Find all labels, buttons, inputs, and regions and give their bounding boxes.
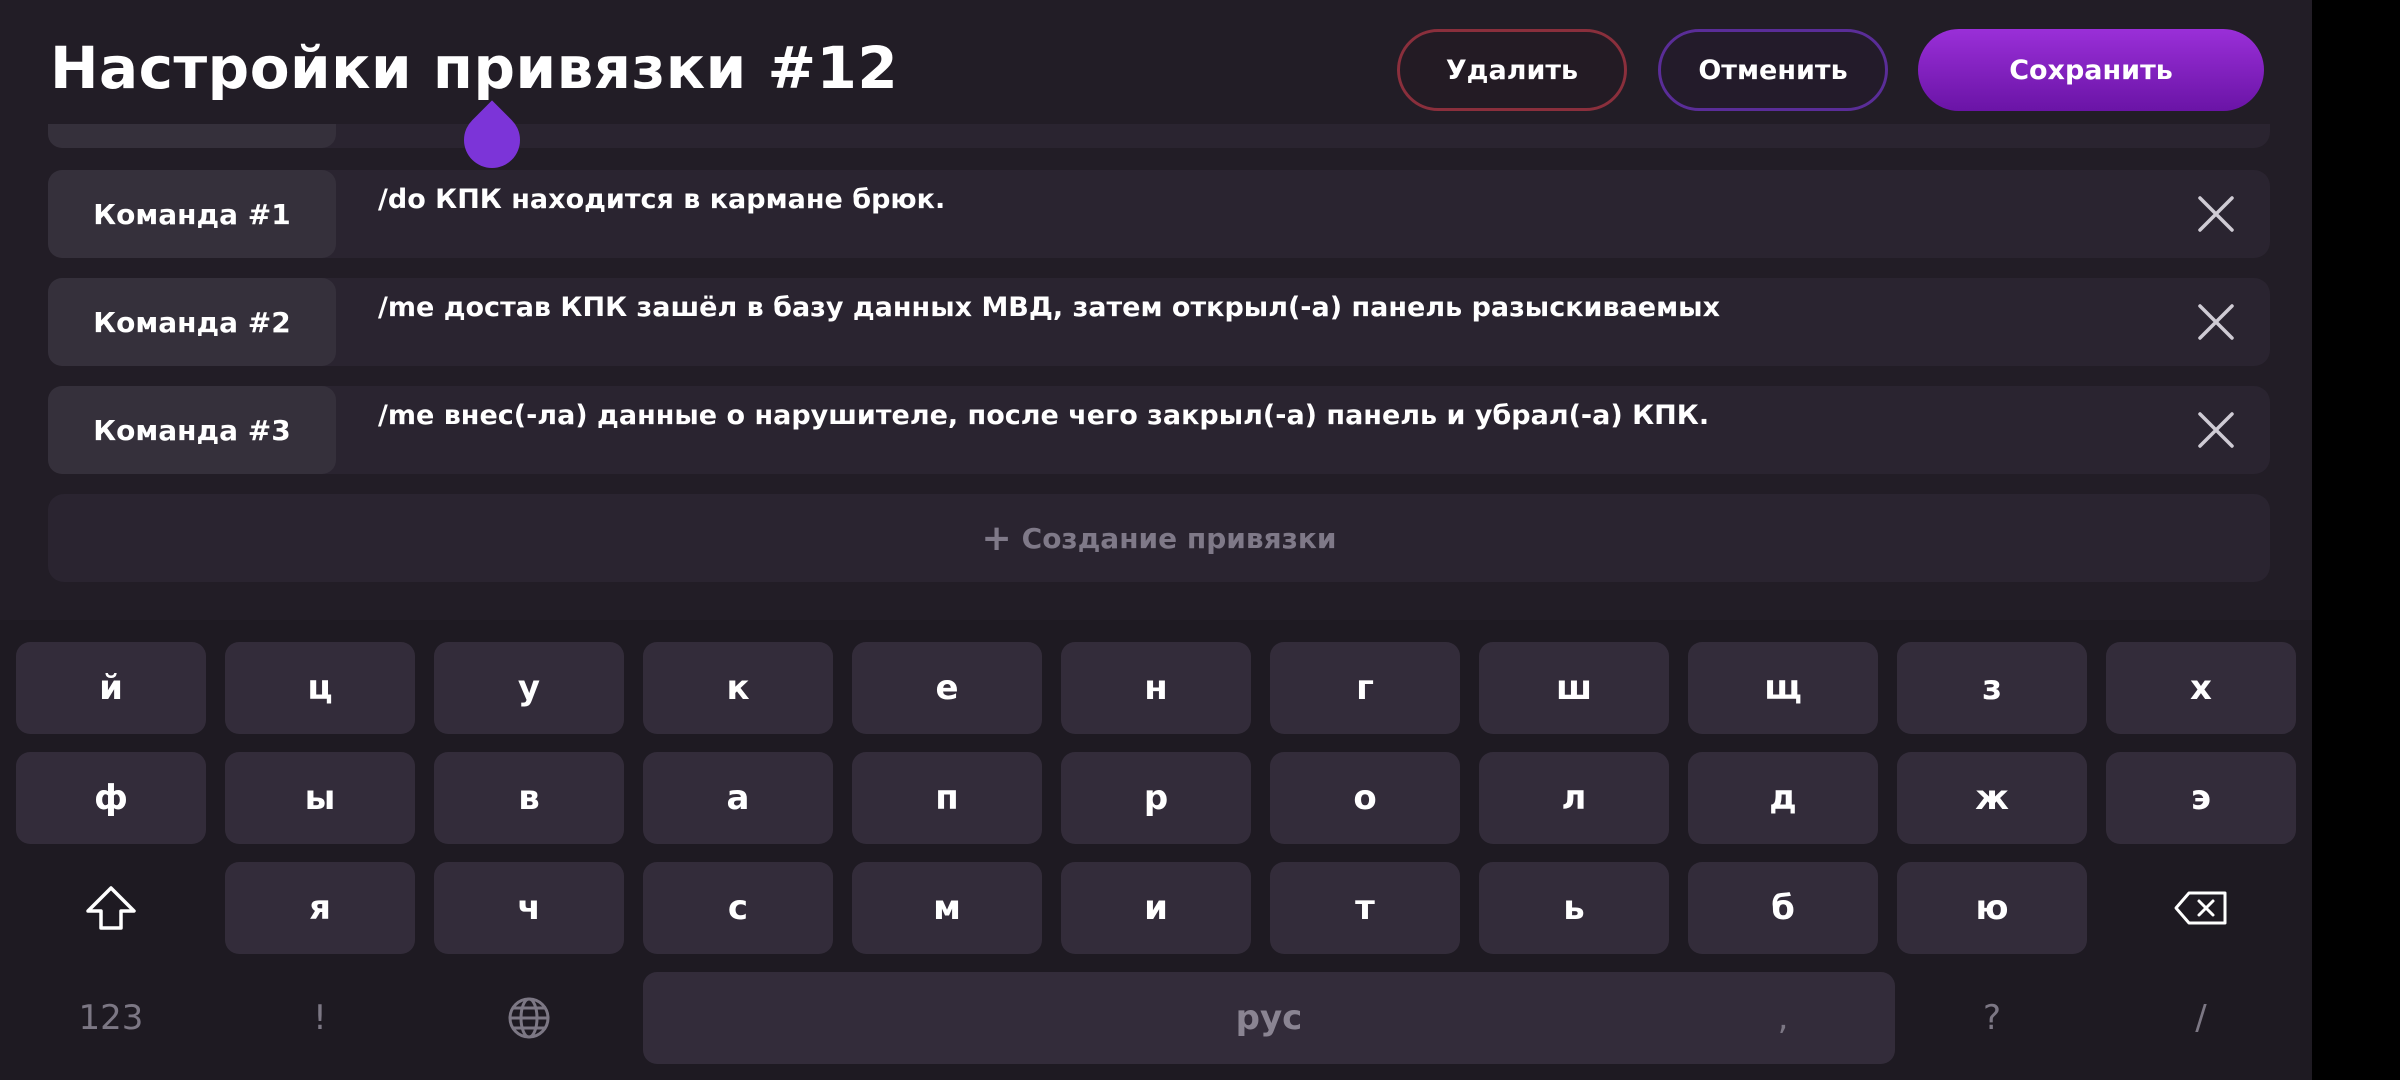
command-text-field-1[interactable]: /do КПК находится в кармане брюк. [378,184,945,215]
command-label-3[interactable]: Команда #3 [48,386,336,474]
key-щ[interactable]: щ [1688,642,1878,734]
key-о[interactable]: о [1270,752,1460,844]
key-т[interactable]: т [1270,862,1460,954]
globe-icon [506,995,552,1041]
cancel-button[interactable]: Отменить [1658,29,1888,111]
command-row: Команда #1 /do КПК находится в кармане б… [48,170,2270,258]
create-binding-label: Создание привязки [1021,521,1337,555]
on-screen-keyboard: й ц у к е н г ш щ з х ф ы в а п р о л д … [0,620,2312,1080]
key-п[interactable]: п [852,752,1042,844]
partial-command-label [48,124,336,148]
key-ф[interactable]: ф [16,752,206,844]
command-label-1[interactable]: Команда #1 [48,170,336,258]
screen-edge [2312,0,2400,1080]
create-binding-button[interactable]: + Создание привязки [48,494,2270,582]
delete-button[interactable]: Удалить [1397,29,1627,111]
key-е[interactable]: е [852,642,1042,734]
key-э[interactable]: э [2106,752,2296,844]
key-в[interactable]: в [434,752,624,844]
exclaim-key[interactable]: ! [225,972,415,1064]
numbers-key[interactable]: 123 [16,972,206,1064]
question-key[interactable]: ? [1897,972,2087,1064]
key-г[interactable]: г [1270,642,1460,734]
close-icon[interactable] [2196,194,2236,234]
partial-binding-row [48,124,2270,148]
backspace-key[interactable] [2106,862,2296,954]
key-ь[interactable]: ь [1479,862,1669,954]
key-л[interactable]: л [1479,752,1669,844]
command-row: Команда #3 /me внес(-ла) данные о наруши… [48,386,2270,474]
shift-icon [84,884,138,932]
key-к[interactable]: к [643,642,833,734]
key-ы[interactable]: ы [225,752,415,844]
key-д[interactable]: д [1688,752,1878,844]
key-ж[interactable]: ж [1897,752,2087,844]
key-ю[interactable]: ю [1897,862,2087,954]
key-я[interactable]: я [225,862,415,954]
close-icon[interactable] [2196,302,2236,342]
shift-key[interactable] [16,862,206,954]
close-icon[interactable] [2196,410,2236,450]
save-button[interactable]: Сохранить [1918,29,2264,111]
key-й[interactable]: й [16,642,206,734]
key-б[interactable]: б [1688,862,1878,954]
slash-key[interactable]: / [2106,972,2296,1064]
text-cursor-handle[interactable] [452,100,532,180]
key-м[interactable]: м [852,862,1042,954]
app-window: Настройки привязки #12 Удалить Отменить … [0,0,2312,1080]
key-у[interactable]: у [434,642,624,734]
key-з[interactable]: з [1897,642,2087,734]
key-а[interactable]: а [643,752,833,844]
key-с[interactable]: с [643,862,833,954]
command-text-field-3[interactable]: /me внес(-ла) данные о нарушителе, после… [378,400,1709,431]
key-и[interactable]: и [1061,862,1251,954]
language-key[interactable] [434,972,624,1064]
command-row: Команда #2 /me достав КПК зашёл в базу д… [48,278,2270,366]
key-н[interactable]: н [1061,642,1251,734]
key-х[interactable]: х [2106,642,2296,734]
comma-key[interactable]: , [1688,972,1878,1064]
key-ч[interactable]: ч [434,862,624,954]
key-р[interactable]: р [1061,752,1251,844]
plus-icon: + [981,517,1012,559]
key-ц[interactable]: ц [225,642,415,734]
backspace-icon [2173,890,2229,926]
key-ш[interactable]: ш [1479,642,1669,734]
page-title: Настройки привязки #12 [50,34,899,102]
command-text-field-2[interactable]: /me достав КПК зашёл в базу данных МВД, … [378,292,1720,323]
command-label-2[interactable]: Команда #2 [48,278,336,366]
